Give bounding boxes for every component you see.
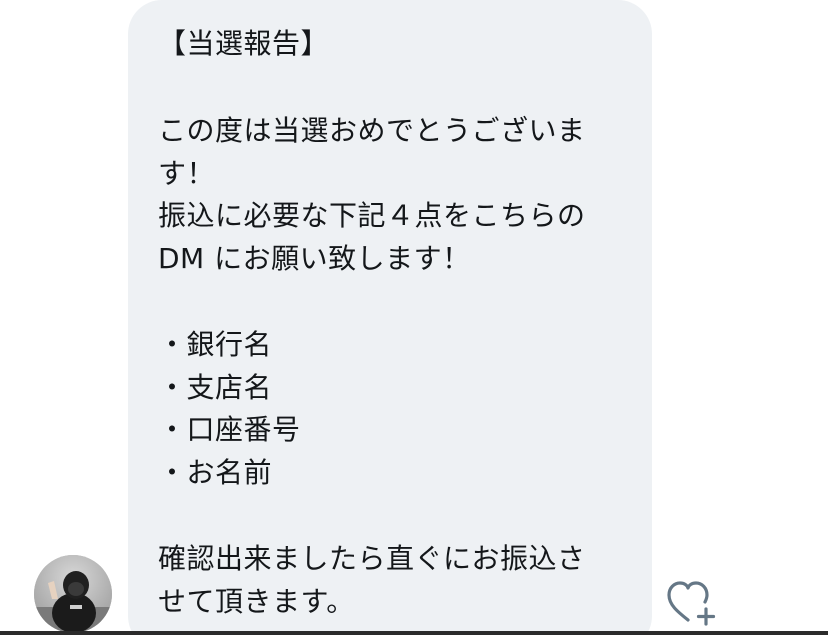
bottom-divider xyxy=(0,631,828,635)
list-item: ・銀行名 xyxy=(158,328,273,361)
heart-plus-icon[interactable] xyxy=(666,578,718,626)
avatar-photo xyxy=(34,555,112,633)
message-line: す！ xyxy=(158,156,216,190)
list-item: ・支店名 xyxy=(158,370,273,404)
list-item: ・口座番号 xyxy=(158,413,301,446)
avatar[interactable] xyxy=(34,555,112,633)
list-item: ・お名前 xyxy=(158,455,273,489)
message-line: DM にお願い致します！ xyxy=(158,241,471,275)
message-line: この度は当選おめでとうございま xyxy=(158,114,586,147)
dm-conversation: 【当選報告】 この度は当選おめでとうございま す！ 振込に必要な下記４点をこちら… xyxy=(0,0,828,635)
like-icon xyxy=(667,581,716,626)
message-bubble[interactable]: 【当選報告】 この度は当選おめでとうございま す！ 振込に必要な下記４点をこちら… xyxy=(128,0,652,635)
message-title: 【当選報告】 xyxy=(158,27,330,60)
message-line: 振込に必要な下記４点をこちらの xyxy=(158,199,586,232)
message-line: 確認出来ましたら直ぐにお振込さ xyxy=(158,542,586,575)
message-line: せて頂きます。 xyxy=(158,584,355,618)
